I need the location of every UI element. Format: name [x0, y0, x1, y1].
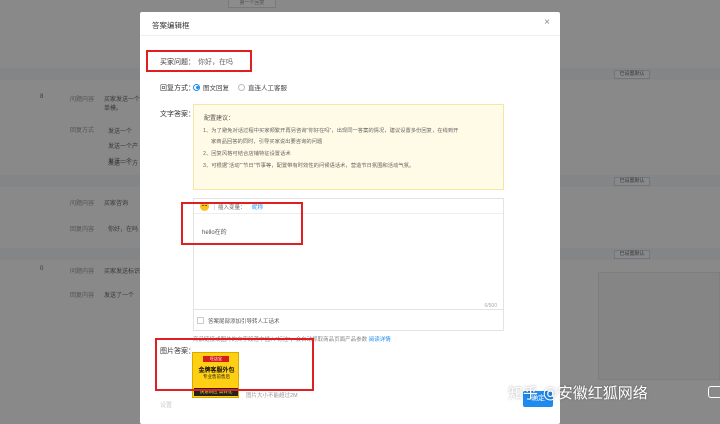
- faded-setting-label: 设置: [160, 403, 173, 409]
- char-counter: 6/500: [484, 303, 497, 309]
- answer-edit-modal: 答案编辑框 × 买家问题： 你好，在吗 回复方式： 图文回复 直连人工客服 文字…: [140, 12, 560, 424]
- tips-title: 配置建议：: [204, 116, 235, 122]
- radio-human-service-label: 直连人工客服: [248, 85, 287, 92]
- close-icon[interactable]: ×: [544, 18, 550, 28]
- add-guide-label: 答案尾部添加引导转人工话术: [208, 319, 280, 325]
- watermark-badge-icon: [708, 386, 720, 398]
- radio-human-service[interactable]: 直连人工客服: [238, 82, 287, 92]
- tip-line: 家商品回答的同时，引导买家说出要咨询的问题: [211, 139, 323, 145]
- picture-size-note: 图片大小不能超过2M: [246, 393, 298, 399]
- highlight-box-question: [146, 50, 252, 72]
- text-answer-label: 文字答案：: [160, 111, 195, 118]
- zhihu-watermark: 知乎 @安徽红狐网络: [508, 384, 648, 402]
- config-tips: 配置建议： 1、为了避免对话过程中买家频繁开再另咨询“你好在吗”，出现同一答案的…: [193, 104, 504, 190]
- modal-header: 答案编辑框 ×: [140, 12, 560, 36]
- add-guide-checkbox[interactable]: [197, 317, 204, 324]
- tip-line: 2、回复风格可结合店铺特征设置话术: [203, 151, 291, 157]
- tip-line: 3、可根据“活动”“节日”节事等，配置带有时效性的问候语话术，营造节日氛围和活动…: [203, 163, 415, 169]
- radio-unselected-icon: [238, 83, 245, 91]
- radio-graphic-reply-label: 图文回复: [203, 85, 229, 92]
- reply-mode-label: 回复方式：: [160, 85, 195, 92]
- highlight-box-editor: [181, 202, 303, 245]
- tip-line: 1、为了避免对话过程中买家频繁开再另咨询“你好在吗”，出现同一答案的情况，建议设…: [203, 128, 459, 134]
- highlight-box-picture: [155, 338, 314, 391]
- radio-graphic-reply[interactable]: 图文回复: [193, 82, 229, 92]
- modal-title: 答案编辑框: [152, 21, 190, 30]
- read-details-link[interactable]: 阅读详情: [369, 337, 391, 343]
- radio-selected-icon: [193, 83, 200, 91]
